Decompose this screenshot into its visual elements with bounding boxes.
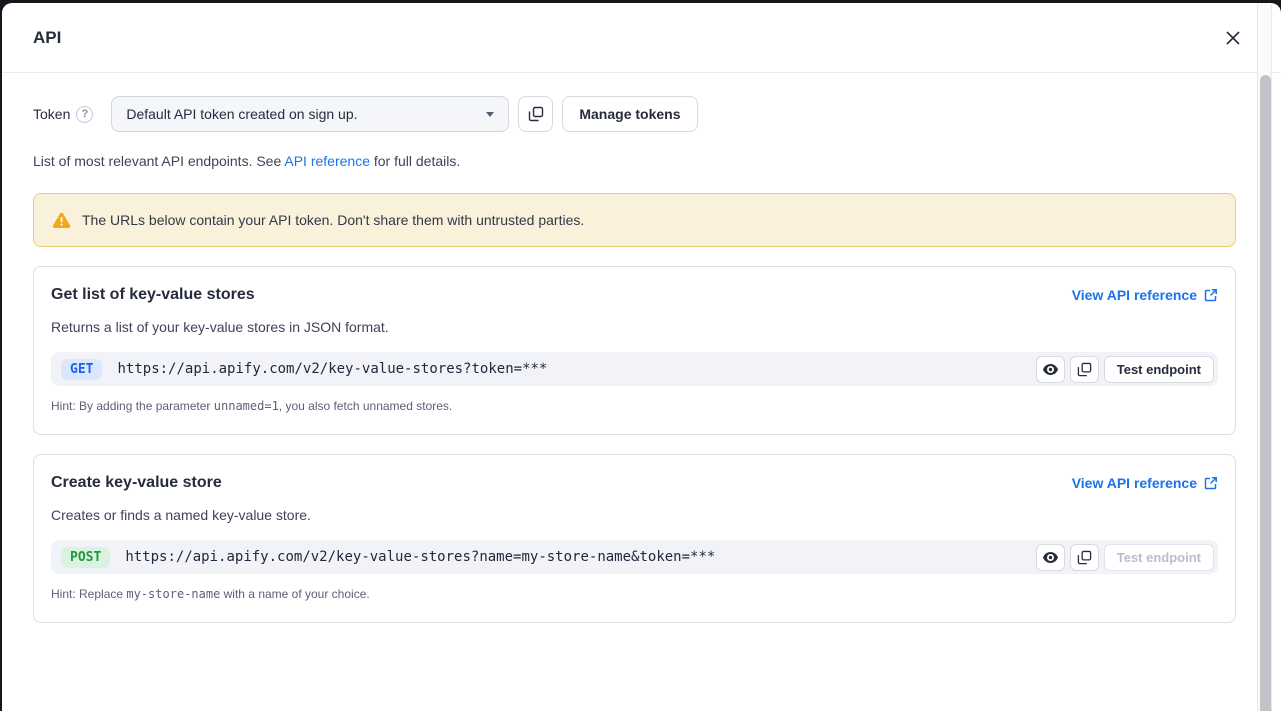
endpoint-url: https://api.apify.com/v2/key-value-store…: [125, 549, 1030, 565]
endpoint-hint: Hint: By adding the parameter unnamed=1,…: [51, 399, 1218, 413]
test-endpoint-button[interactable]: Test endpoint: [1104, 544, 1214, 571]
view-api-reference-link[interactable]: View API reference: [1072, 287, 1218, 303]
copy-token-button[interactable]: [518, 96, 553, 132]
scrollbar-thumb[interactable]: [1260, 75, 1271, 711]
manage-tokens-button[interactable]: Manage tokens: [562, 96, 697, 132]
external-link-icon: [1204, 288, 1218, 302]
endpoint-card-create-store: Create key-value store View API referenc…: [33, 454, 1236, 623]
page-title: API: [33, 28, 61, 48]
card-title: Get list of key-value stores: [51, 286, 255, 304]
ref-link-label: View API reference: [1072, 475, 1197, 491]
endpoint-url: https://api.apify.com/v2/key-value-store…: [117, 361, 1030, 377]
token-row: Token ? Default API token created on sig…: [33, 96, 1236, 132]
copy-url-button[interactable]: [1070, 356, 1099, 383]
chevron-down-icon: [486, 112, 494, 117]
card-title: Create key-value store: [51, 474, 222, 492]
eye-icon: [1042, 363, 1059, 376]
intro-after: for full details.: [370, 153, 460, 169]
ref-link-label: View API reference: [1072, 287, 1197, 303]
copy-icon: [528, 106, 544, 122]
method-badge: POST: [61, 547, 110, 568]
close-button[interactable]: [1221, 26, 1245, 50]
method-badge: GET: [61, 359, 102, 380]
eye-icon: [1042, 551, 1059, 564]
intro-text: List of most relevant API endpoints. See…: [33, 153, 1236, 169]
help-icon[interactable]: ?: [76, 106, 93, 123]
api-reference-link[interactable]: API reference: [284, 153, 370, 169]
token-label: Token: [33, 106, 70, 122]
view-api-reference-link[interactable]: View API reference: [1072, 475, 1218, 491]
warning-text: The URLs below contain your API token. D…: [82, 212, 584, 228]
card-description: Creates or finds a named key-value store…: [51, 507, 1218, 523]
endpoint-hint: Hint: Replace my-store-name with a name …: [51, 587, 1218, 601]
token-dropdown-value: Default API token created on sign up.: [126, 106, 357, 122]
card-description: Returns a list of your key-value stores …: [51, 319, 1218, 335]
token-dropdown[interactable]: Default API token created on sign up.: [111, 96, 509, 132]
reveal-token-button[interactable]: [1036, 356, 1065, 383]
copy-url-button[interactable]: [1070, 544, 1099, 571]
modal-header: API: [2, 3, 1281, 73]
scrollbar-track[interactable]: [1257, 3, 1272, 711]
external-link-icon: [1204, 476, 1218, 490]
endpoint-bar: GET https://api.apify.com/v2/key-value-s…: [51, 352, 1218, 386]
endpoint-bar: POST https://api.apify.com/v2/key-value-…: [51, 540, 1218, 574]
warning-icon: [52, 212, 71, 229]
copy-icon: [1077, 550, 1092, 565]
api-modal: API Token ? Default API token created on…: [2, 3, 1281, 711]
reveal-token-button[interactable]: [1036, 544, 1065, 571]
test-endpoint-button[interactable]: Test endpoint: [1104, 356, 1214, 383]
endpoint-card-get-list: Get list of key-value stores View API re…: [33, 266, 1236, 435]
modal-body: Token ? Default API token created on sig…: [2, 73, 1281, 643]
warning-banner: The URLs below contain your API token. D…: [33, 193, 1236, 247]
intro-before: List of most relevant API endpoints. See: [33, 153, 284, 169]
close-icon: [1224, 29, 1242, 47]
copy-icon: [1077, 362, 1092, 377]
